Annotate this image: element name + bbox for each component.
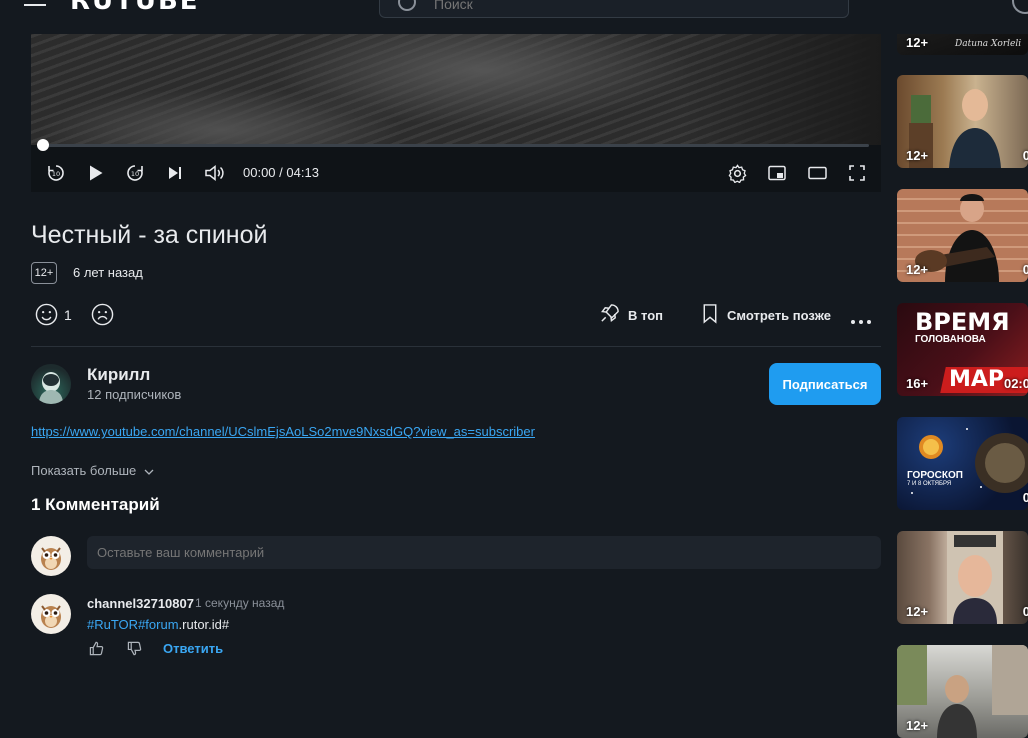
thumbnail-subheading: ГОЛОВАНОВА <box>915 334 986 345</box>
comment-text: #RuTOR#forum.rutor.id# <box>87 617 229 632</box>
duration-badge: 0 <box>1022 262 1028 277</box>
subscriber-count: 12 подписчиков <box>87 387 182 402</box>
top-label: В топ <box>628 307 663 323</box>
chevron-down-icon <box>144 463 154 478</box>
reply-button[interactable]: Ответить <box>163 641 223 656</box>
time-separator: / <box>279 165 283 180</box>
comment-dislike-icon[interactable] <box>127 641 142 661</box>
thumbnail-subheading: 7 И 8 ОКТЯБРЯ <box>907 481 952 487</box>
rutube-logo[interactable]: RUTUBE <box>70 0 200 16</box>
age-badge: 12+ <box>906 262 929 277</box>
my-avatar <box>31 536 71 576</box>
like-count: 1 <box>64 307 72 323</box>
thumbnail-heading: ГОРОСКОП <box>907 470 963 481</box>
recommended-video[interactable]: 12+ <box>897 645 1028 738</box>
video-title: Честный - за спиной <box>31 221 268 249</box>
svg-text:10: 10 <box>52 170 60 178</box>
thumbnail-heading: ВРЕМЯ <box>915 308 1010 336</box>
theater-mode-icon[interactable] <box>806 162 828 184</box>
show-more-button[interactable]: Показать больше <box>31 463 154 478</box>
top-button[interactable]: В топ <box>599 303 663 327</box>
show-more-label: Показать больше <box>31 463 137 478</box>
search-input[interactable] <box>432 0 816 13</box>
recommended-video[interactable]: ВРЕМЯ ГОЛОВАНОВА МАР 16+ 02:0 <box>897 303 1028 396</box>
comment-author[interactable]: channel32710807 <box>87 596 194 611</box>
duration-badge: 0 <box>1022 148 1028 163</box>
search-box[interactable] <box>379 0 849 18</box>
comment-like-icon[interactable] <box>89 641 104 661</box>
like-smile-icon[interactable] <box>35 303 58 331</box>
comment-time: 1 секунду назад <box>195 596 285 610</box>
recommended-video[interactable]: 12+ 0 <box>897 531 1028 624</box>
next-icon[interactable] <box>164 162 186 184</box>
comment-input[interactable] <box>87 536 881 569</box>
channel-avatar[interactable] <box>31 364 71 404</box>
recommended-video[interactable]: ГОРОСКОП 7 И 8 ОКТЯБРЯ 0 <box>897 417 1028 510</box>
recommended-video[interactable]: 12+ 0 <box>897 189 1028 282</box>
age-rating-badge: 12+ <box>31 262 57 284</box>
play-icon[interactable] <box>85 162 107 184</box>
bookmark-icon <box>701 303 719 327</box>
volume-icon[interactable] <box>203 162 227 184</box>
progress-bar[interactable] <box>37 139 869 151</box>
search-icon[interactable] <box>398 0 416 11</box>
rewind-10-icon[interactable]: 10 <box>45 162 67 184</box>
user-icon[interactable] <box>1012 0 1028 14</box>
timecode: 00:00 / 04:13 <box>243 165 319 180</box>
duration-badge: 0 <box>1022 490 1028 505</box>
comment-author-avatar[interactable] <box>31 594 71 634</box>
comment-text-rest: .rutor.id# <box>178 617 230 632</box>
rocket-icon <box>599 303 620 327</box>
more-options-icon[interactable] <box>850 312 872 330</box>
time-current: 00:00 <box>243 165 276 180</box>
duration-badge: 0 <box>1022 604 1028 619</box>
age-badge: 12+ <box>906 718 929 733</box>
thumbnail-banner-text: МАР <box>949 367 1005 392</box>
thumbnail-image <box>911 428 1028 494</box>
forward-10-icon[interactable]: 10 <box>124 162 146 184</box>
comments-title: 1 Комментарий <box>31 495 160 514</box>
age-badge: 16+ <box>906 376 929 391</box>
comment-hashtag[interactable]: #forum <box>138 617 178 632</box>
watch-later-button[interactable]: Смотреть позже <box>701 303 831 327</box>
time-total: 04:13 <box>286 165 319 180</box>
description-link[interactable]: https://www.youtube.com/channel/UCslmEjs… <box>31 424 535 439</box>
comment-hashtag[interactable]: #RuTOR <box>87 617 138 632</box>
top-bar: RUTUBE <box>0 0 1028 34</box>
miniplayer-icon[interactable] <box>766 162 788 184</box>
age-badge: 12+ <box>906 604 929 619</box>
subscribe-button[interactable]: Подписаться <box>769 363 881 405</box>
recommended-video[interactable]: 12+ 0 <box>897 75 1028 168</box>
menu-icon[interactable] <box>24 0 46 8</box>
age-badge: 12+ <box>906 148 929 163</box>
settings-icon[interactable] <box>726 162 748 184</box>
fullscreen-icon[interactable] <box>846 162 868 184</box>
divider <box>31 346 881 347</box>
publish-date: 6 лет назад <box>73 265 143 280</box>
dislike-sad-icon[interactable] <box>91 303 114 331</box>
duration-badge: 02:0 <box>1003 376 1028 391</box>
svg-text:10: 10 <box>131 170 139 178</box>
thumbnail-caption: Datuna Xorleli <box>955 39 1022 49</box>
channel-name[interactable]: Кирилл <box>87 365 150 385</box>
watch-later-label: Смотреть позже <box>727 307 831 323</box>
progress-knob[interactable] <box>37 139 49 151</box>
age-badge: 12+ <box>906 35 929 50</box>
